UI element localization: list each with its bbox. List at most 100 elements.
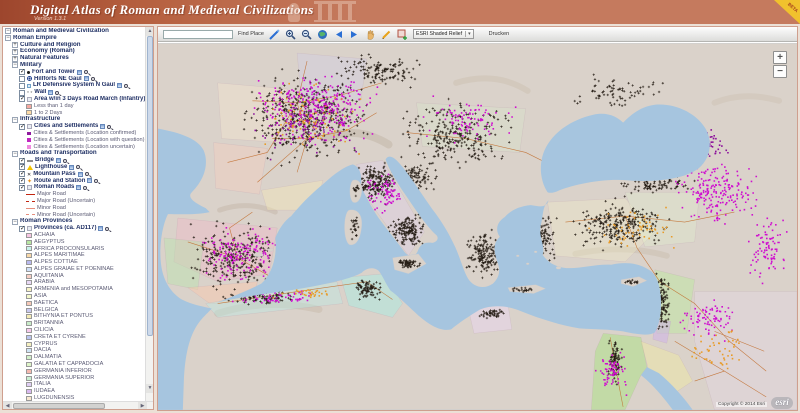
zoom-to-layer-icon[interactable] [84,70,88,74]
tree-layer-area-w-in-3-days-road-march-infantry-of-rom[interactable]: Area w/in 3 Days Road March (Infantry) o… [3,96,146,103]
map-zoom-out-button[interactable]: − [773,65,787,78]
zoom-to-layer-icon[interactable] [76,165,80,169]
map-zoom-in-button[interactable]: + [773,51,787,64]
zoom-to-layer-icon[interactable] [83,186,87,190]
zoom-to-layer-icon[interactable] [105,227,109,231]
tree-group-economy-roman[interactable]: +Economy (Roman) [3,48,146,55]
collapse-icon[interactable]: − [12,219,18,225]
tree-group-roads-and-transportation[interactable]: −Roads and Transportation [3,150,146,157]
identify-icon[interactable] [397,29,408,40]
layer-checkbox[interactable] [19,178,25,184]
tree-layer-roman-roads[interactable]: Roman Roads [3,184,146,191]
expand-icon[interactable]: + [12,42,18,48]
layers-group-icon [27,97,32,102]
scroll-up-arrow-icon[interactable]: ▲ [146,27,154,36]
legend-swatch [26,369,32,374]
collapse-icon[interactable]: − [12,62,18,68]
collapse-icon[interactable]: − [12,117,18,123]
attribute-table-icon[interactable] [87,178,92,183]
layer-checkbox[interactable] [19,124,25,130]
map-view[interactable]: + − Copyright © 2014 Esri esri [158,43,797,410]
previous-extent-icon[interactable] [333,29,344,40]
zoom-in-icon[interactable] [285,29,296,40]
layer-checkbox[interactable] [19,83,25,89]
collapse-icon[interactable]: − [5,28,11,34]
layer-checkbox[interactable] [19,96,25,102]
layer-checkbox[interactable] [19,171,25,177]
collapse-icon[interactable]: − [12,151,18,157]
tree-group-military[interactable]: −Military [3,62,146,69]
full-extent-globe-icon[interactable] [317,29,328,40]
scroll-left-arrow-icon[interactable]: ◀ [3,402,12,410]
legend-line-symbol [26,201,35,202]
basemap-dropdown[interactable]: ESRI Shaded Relief ▾ [413,29,474,39]
layer-checkbox[interactable] [19,226,25,232]
tree-layer-fort-and-tower[interactable]: Fort and Tower [3,69,146,76]
attribute-table-icon[interactable] [48,90,53,95]
print-button[interactable]: Drucken [489,31,509,37]
layer-checkbox[interactable] [19,76,25,82]
draw-pencil-icon[interactable] [381,29,392,40]
tree-layer-cities-and-settlements[interactable]: Cities and Settlements [3,123,146,130]
layer-checkbox[interactable] [19,158,25,164]
attribute-table-icon[interactable] [77,70,82,75]
tree-layer-provinces-ca-ad117[interactable]: Provinces (ca. AD117) [3,225,146,232]
tree-layer-mountain-pass[interactable]: Mountain Pass [3,171,146,178]
tree-layer-hillforts-ne-gaul[interactable]: Hillforts NE Gaul [3,76,146,83]
horizontal-scrollbar[interactable]: ◀ ▶ [3,401,154,409]
vertical-scroll-thumb[interactable] [147,36,154,336]
legend-line-symbol [26,208,35,209]
find-place-button[interactable]: Find Place [238,31,264,37]
attribute-table-icon[interactable] [69,165,74,170]
map-canvas[interactable] [158,43,797,410]
tree-group-infrastructure[interactable]: −Infrastructure [3,116,146,123]
zoom-to-layer-icon[interactable] [63,159,67,163]
attribute-table-icon[interactable] [78,172,83,177]
tree-layer-lighthouse[interactable]: Lighthouse [3,164,146,171]
measure-icon[interactable] [269,29,280,40]
legend-baetica: BAETICA [3,300,146,307]
attribute-table-icon[interactable] [84,76,89,81]
tree-layer-lr-defensive-system-n-gaul[interactable]: LR Defensive System N Gaul [3,82,146,89]
layer-checkbox[interactable] [19,90,25,96]
layer-checkbox[interactable] [19,164,25,170]
legend-swatch [26,246,32,251]
collapse-icon[interactable]: − [5,35,11,41]
find-place-input[interactable] [163,30,233,39]
legend-swatch [26,314,32,319]
zoom-to-layer-icon[interactable] [91,77,95,81]
tree-layer-bridge[interactable]: Bridge [3,157,146,164]
attribute-table-icon[interactable] [56,158,61,163]
tree-layer-route-and-station[interactable]: Route and Station [3,178,146,185]
tree-group-roman-and-medieval-civilization[interactable]: −Roman and Medieval Civilization [3,28,146,35]
zoom-to-layer-icon[interactable] [94,179,98,183]
tree-group-culture-and-religion[interactable]: +Culture and Religion [3,42,146,49]
expand-icon[interactable]: + [12,56,18,62]
next-extent-icon[interactable] [349,29,360,40]
scroll-down-arrow-icon[interactable]: ▼ [146,384,154,393]
zoom-to-layer-icon[interactable] [55,91,59,95]
legend-swatch [26,348,32,353]
pan-hand-icon[interactable] [365,29,376,40]
legend-swatch [26,362,32,367]
zoom-out-icon[interactable] [301,29,312,40]
zoom-to-layer-icon[interactable] [85,172,89,176]
horizontal-scroll-thumb[interactable] [13,403,105,410]
legend-swatch [26,280,32,285]
layer-checkbox[interactable] [19,69,25,75]
layer-checkbox[interactable] [19,185,25,191]
tree-group-roman-provinces[interactable]: −Roman Provinces [3,218,146,225]
attribute-table-icon[interactable] [98,226,103,231]
tree-group-roman-empire[interactable]: −Roman Empire [3,35,146,42]
vertical-scrollbar[interactable]: ▲ ▼ [145,27,153,401]
attribute-table-icon[interactable] [117,83,122,88]
scroll-right-arrow-icon[interactable]: ▶ [138,402,147,410]
attribute-table-icon[interactable] [76,185,81,190]
tree-layer-wall[interactable]: Wall [3,89,146,96]
zoom-to-layer-icon[interactable] [107,125,111,129]
expand-icon[interactable]: + [12,49,18,55]
bridge-dash-icon [27,160,33,162]
attribute-table-icon[interactable] [100,124,105,129]
zoom-to-layer-icon[interactable] [124,84,128,88]
tree-group-natural-features[interactable]: +Natural Features [3,55,146,62]
